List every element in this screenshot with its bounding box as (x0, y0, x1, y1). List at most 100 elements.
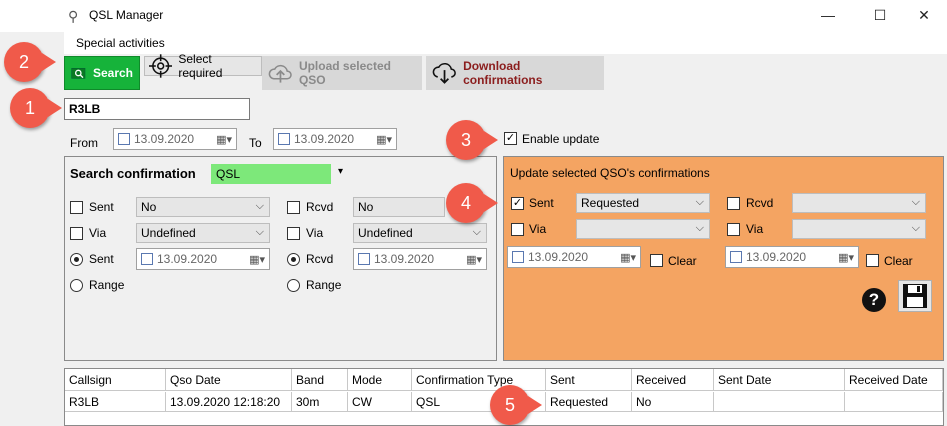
close-button[interactable]: ✕ (906, 4, 942, 28)
update-rcvd-date-checkbox[interactable] (730, 251, 742, 263)
column-header[interactable]: Received (632, 369, 714, 391)
update-sent-date-picker[interactable]: 13.09.2020 ▦▾ (507, 246, 641, 268)
search-sent-value: No (141, 200, 157, 214)
download-confirmations-button[interactable]: Download confirmations (426, 56, 604, 90)
search-radio-range[interactable] (70, 279, 83, 292)
menu-special-activities[interactable]: Special activities (76, 36, 165, 50)
chevron-down-icon: ⌵ (472, 226, 481, 238)
confirmation-type-select[interactable]: QSL (211, 164, 331, 184)
search-radio-sent[interactable] (70, 253, 83, 266)
update-rcvd-label: Rcvd (746, 196, 774, 210)
chevron-down-icon[interactable]: ▾ (338, 166, 343, 177)
menu-bar: Special activities (64, 32, 947, 54)
callsign-input[interactable]: R3LB (64, 98, 250, 120)
update-via2-label: Via (746, 222, 764, 236)
search-rcvd-value: No (358, 200, 374, 214)
table-cell[interactable]: R3LB (65, 392, 166, 412)
calendar-icon[interactable]: ▦▾ (466, 253, 482, 266)
update-confirmations-panel: Update selected QSO's confirmations ✓ Se… (503, 156, 944, 361)
search-via2-select[interactable]: Undefined ⌵ (353, 223, 487, 243)
select-required-button[interactable]: Select required (144, 52, 262, 80)
annotation-badge-3: 3 (446, 120, 486, 160)
search-rcvd-select[interactable]: No (353, 197, 445, 217)
table-cell[interactable] (845, 392, 943, 412)
annotation-badge-1: 1 (10, 88, 50, 128)
toolbar: Search Select required Upload selected Q… (64, 52, 604, 92)
table-cell[interactable] (714, 392, 845, 412)
search-rcvd-checkbox[interactable] (287, 201, 300, 214)
column-header[interactable]: Callsign (65, 369, 166, 391)
badge-pointer (484, 194, 498, 212)
calendar-icon[interactable]: ▦▾ (376, 133, 392, 146)
annotation-badge-5: 5 (490, 385, 530, 425)
search-sent-select[interactable]: No ⌵ (136, 197, 270, 217)
enable-update-checkbox[interactable]: ✓ (504, 132, 517, 145)
search-radio-range2[interactable] (287, 279, 300, 292)
search-via2-label: Via (306, 226, 324, 240)
update-clear2-label: Clear (884, 254, 913, 268)
badge-pointer (42, 53, 56, 71)
search-via-checkbox[interactable] (70, 227, 83, 240)
badge-pointer (528, 396, 542, 414)
antenna-icon: ⚲ (68, 8, 79, 24)
table-cell[interactable]: 30m (292, 392, 348, 412)
calendar-icon[interactable]: ▦▾ (838, 251, 854, 264)
maximize-button[interactable]: ☐ (862, 4, 898, 28)
update-via-select[interactable]: ⌵ (576, 219, 710, 239)
update-sent-select[interactable]: Requested ⌵ (576, 193, 710, 213)
table-cell[interactable]: 13.09.2020 12:18:20 (166, 392, 292, 412)
update-sent-label: Sent (529, 196, 554, 210)
chevron-down-icon: ⌵ (911, 196, 920, 208)
search-sent-date-picker[interactable]: 13.09.2020 ▦▾ (136, 248, 270, 270)
calendar-icon[interactable]: ▦▾ (249, 253, 265, 266)
confirmation-type-value: QSL (216, 167, 241, 181)
column-header[interactable]: Confirmation Type (412, 369, 546, 391)
update-rcvd-select[interactable]: ⌵ (792, 193, 926, 213)
save-disk-icon[interactable] (898, 280, 932, 312)
search-radio-rcvd[interactable] (287, 253, 300, 266)
update-via2-select[interactable]: ⌵ (792, 219, 926, 239)
column-header[interactable]: Sent Date (714, 369, 845, 391)
badge-pointer (48, 99, 62, 117)
column-header[interactable]: Qso Date (166, 369, 292, 391)
search-via2-checkbox[interactable] (287, 227, 300, 240)
update-via-checkbox[interactable] (511, 223, 524, 236)
search-via-select[interactable]: Undefined ⌵ (136, 223, 270, 243)
update-via2-checkbox[interactable] (727, 223, 740, 236)
to-date-picker[interactable]: 13.09.2020 ▦▾ (273, 128, 397, 150)
to-date-checkbox[interactable] (278, 133, 290, 145)
upload-selected-qso-button[interactable]: Upload selected QSO (262, 56, 422, 90)
calendar-icon[interactable]: ▦▾ (620, 251, 636, 264)
search-confirmation-title: Search confirmation (70, 166, 196, 181)
from-date-picker[interactable]: 13.09.2020 ▦▾ (113, 128, 237, 150)
update-via-label: Via (529, 222, 547, 236)
help-icon[interactable]: ? (862, 288, 886, 312)
minimize-button[interactable]: — (810, 4, 846, 28)
update-rcvd-checkbox[interactable] (727, 197, 740, 210)
update-clear-checkbox[interactable] (650, 254, 663, 267)
search-sent-checkbox[interactable] (70, 201, 83, 214)
chevron-down-icon: ⌵ (255, 200, 264, 212)
update-sent-checkbox[interactable]: ✓ (511, 197, 524, 210)
column-header[interactable]: Mode (348, 369, 412, 391)
search-via-value: Undefined (141, 226, 196, 240)
update-sent-value: Requested (581, 196, 640, 210)
table-cell[interactable]: Requested (546, 392, 632, 412)
download-label: Download confirmations (463, 59, 543, 87)
search-rcvd-date-picker[interactable]: 13.09.2020 ▦▾ (353, 248, 487, 270)
calendar-icon[interactable]: ▦▾ (216, 133, 232, 146)
search-sent-date-checkbox[interactable] (141, 253, 153, 265)
from-date-checkbox[interactable] (118, 133, 130, 145)
update-clear2-checkbox[interactable] (866, 254, 879, 267)
update-rcvd-date-value: 13.09.2020 (746, 250, 807, 264)
search-rcvd-date-checkbox[interactable] (358, 253, 370, 265)
search-magnifier-icon (71, 68, 86, 79)
search-button[interactable]: Search (64, 56, 140, 90)
column-header[interactable]: Band (292, 369, 348, 391)
table-cell[interactable]: CW (348, 392, 412, 412)
column-header[interactable]: Sent (546, 369, 632, 391)
column-header[interactable]: Received Date (845, 369, 943, 391)
table-cell[interactable]: No (632, 392, 714, 412)
update-sent-date-checkbox[interactable] (512, 251, 524, 263)
update-rcvd-date-picker[interactable]: 13.09.2020 ▦▾ (725, 246, 859, 268)
